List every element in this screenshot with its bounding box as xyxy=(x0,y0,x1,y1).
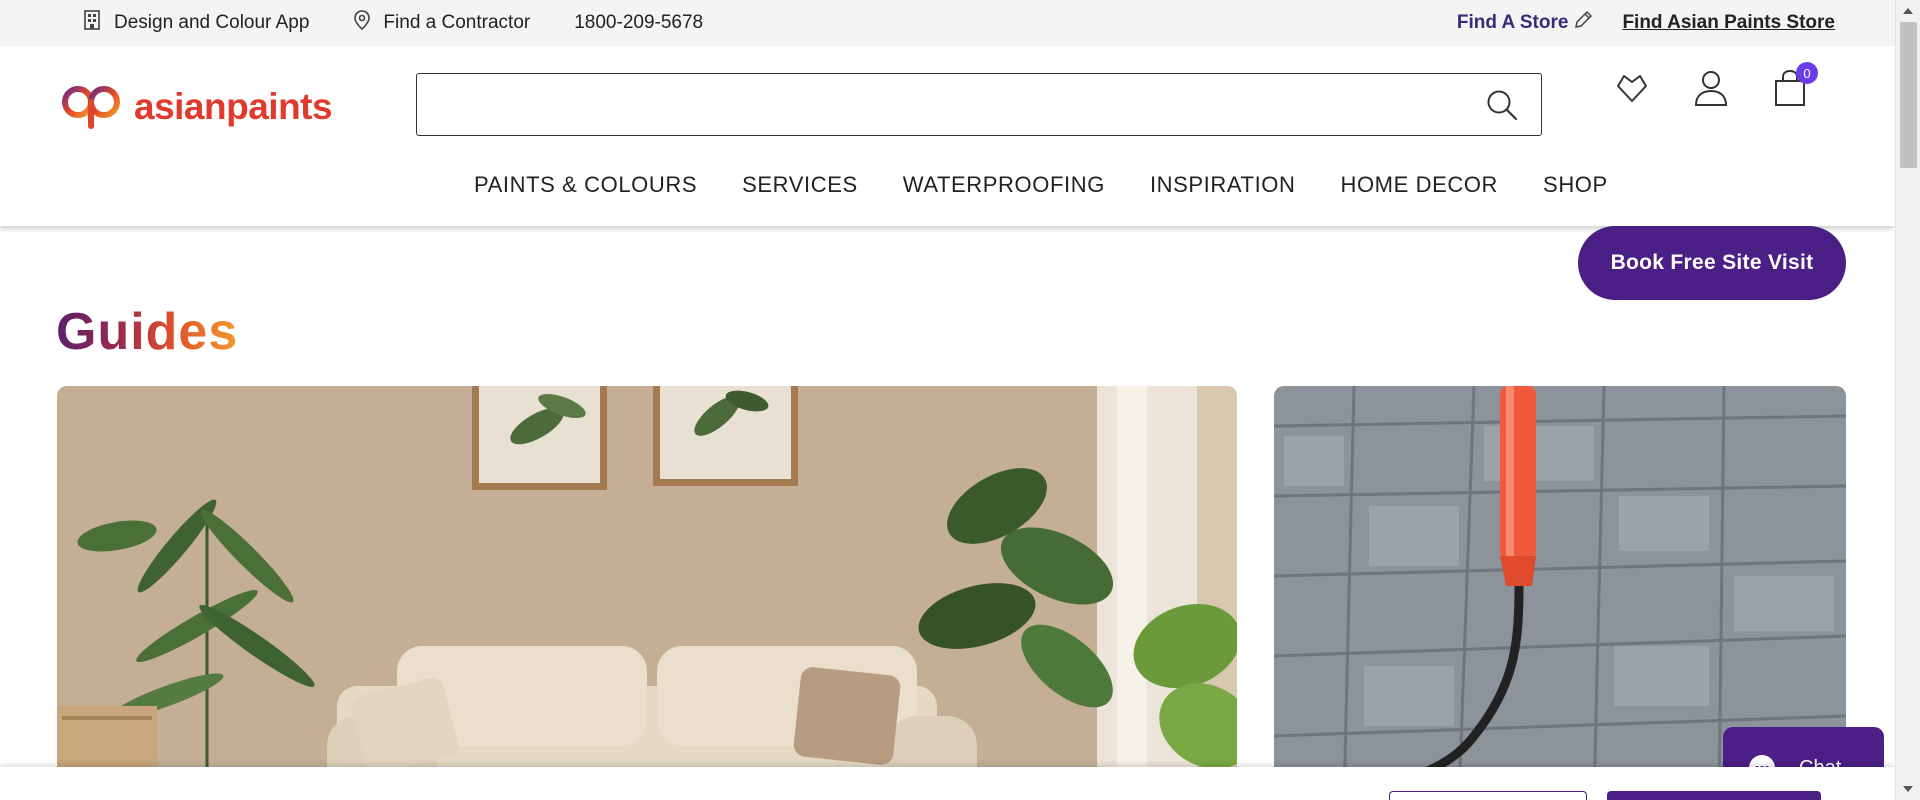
book-free-site-visit-button[interactable]: Book Free Site Visit xyxy=(1578,226,1846,300)
design-app-link[interactable]: Design and Colour App xyxy=(82,10,309,36)
asianpaints-logo[interactable]: asianpaints xyxy=(58,78,333,135)
bottom-primary-button[interactable] xyxy=(1607,791,1821,800)
main-header: asianpaints 0 PAINTS & COLOURS SERVICES xyxy=(0,46,1895,226)
nav-services[interactable]: SERVICES xyxy=(742,172,858,198)
topbar-right-links: Find A Store Find Asian Paints Store xyxy=(1457,0,1835,46)
nav-inspiration[interactable]: INSPIRATION xyxy=(1150,172,1296,198)
search-icon[interactable] xyxy=(1485,88,1519,127)
logo-text: asianpaints xyxy=(134,85,333,127)
nav-home-decor[interactable]: HOME DECOR xyxy=(1340,172,1498,198)
search-input[interactable] xyxy=(431,84,1471,124)
pencil-icon xyxy=(1568,9,1594,37)
find-asian-paints-store-link[interactable]: Find Asian Paints Store xyxy=(1622,12,1835,34)
scroll-up-arrow-icon[interactable] xyxy=(1903,8,1913,14)
cart-count-badge: 0 xyxy=(1796,62,1818,84)
phone-number[interactable]: 1800-209-5678 xyxy=(574,12,703,34)
user-icon xyxy=(1693,69,1729,112)
find-contractor-link[interactable]: Find a Contractor xyxy=(353,10,530,36)
find-contractor-label: Find a Contractor xyxy=(383,12,531,33)
living-room-image xyxy=(57,386,1237,800)
cart-button[interactable]: 0 xyxy=(1768,62,1818,112)
topbar-left-links: Design and Colour App Find a Contractor … xyxy=(82,0,747,46)
location-pin-icon xyxy=(353,10,383,36)
find-a-store-label: Find A Store xyxy=(1456,12,1569,33)
main-navigation: PAINTS & COLOURS SERVICES WATERPROOFING … xyxy=(474,172,1653,198)
nav-shop[interactable]: SHOP xyxy=(1543,172,1608,198)
scrollbar-thumb[interactable] xyxy=(1900,22,1917,168)
top-utility-bar: Design and Colour App Find a Contractor … xyxy=(0,0,1895,46)
phone-label: 1800-209-5678 xyxy=(574,12,704,33)
page-scrollbar[interactable] xyxy=(1895,0,1920,800)
wishlist-button[interactable] xyxy=(1610,68,1654,112)
building-icon xyxy=(82,10,114,36)
header-icon-group: 0 xyxy=(1610,62,1847,112)
scroll-down-arrow-icon[interactable] xyxy=(1903,786,1913,792)
heart-icon xyxy=(1613,71,1651,110)
find-a-store-link[interactable]: Find A Store xyxy=(1457,9,1595,37)
guide-card-living-room[interactable] xyxy=(57,386,1237,800)
nav-waterproofing[interactable]: WATERPROOFING xyxy=(903,172,1105,198)
bottom-consent-bar xyxy=(0,767,1895,800)
search-bar[interactable] xyxy=(416,73,1542,136)
account-button[interactable] xyxy=(1689,68,1733,112)
nav-paints-colours[interactable]: PAINTS & COLOURS xyxy=(474,172,697,198)
design-app-label: Design and Colour App xyxy=(114,12,310,33)
guides-heading: Guides xyxy=(56,303,239,361)
bottom-secondary-button[interactable] xyxy=(1389,791,1587,800)
logo-mark-icon xyxy=(58,78,128,135)
